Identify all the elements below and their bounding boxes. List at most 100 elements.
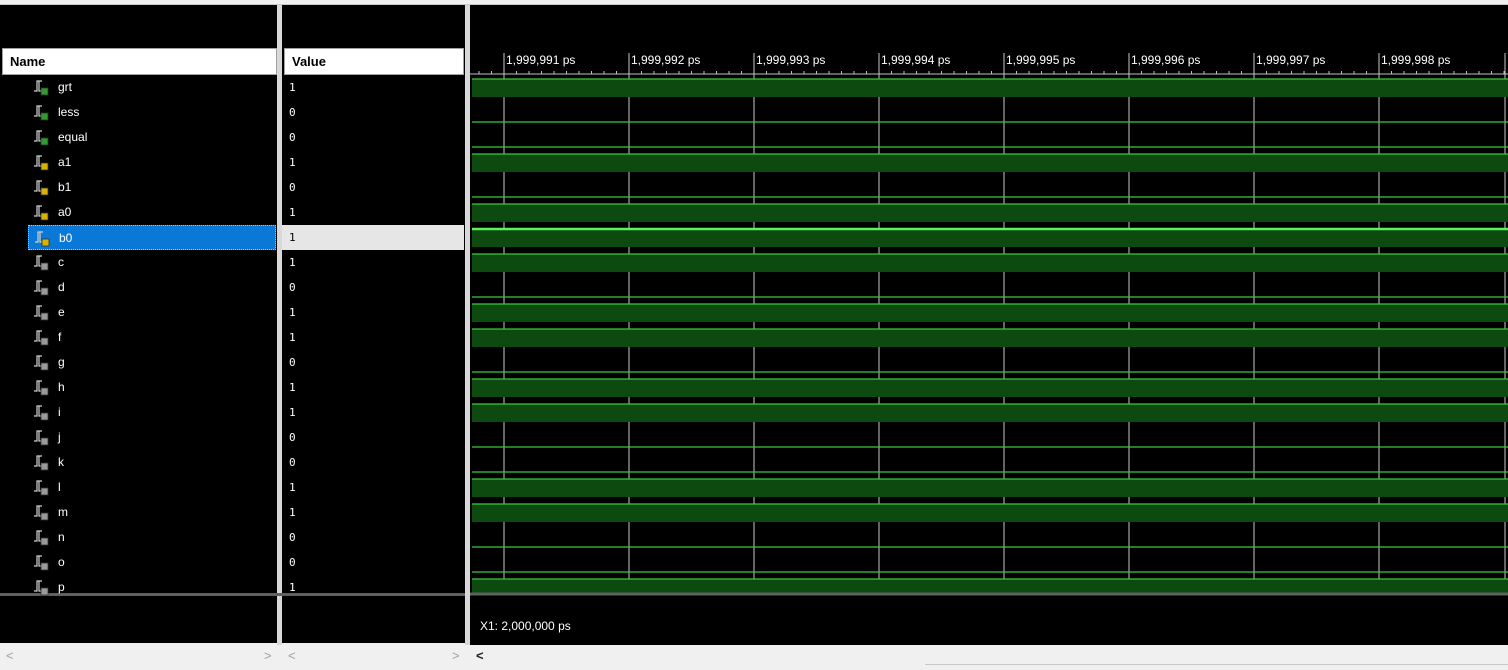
value-hscrollbar[interactable]: < >: [282, 646, 465, 668]
wave-hscrollbar[interactable]: <: [470, 646, 1508, 668]
value-row-k[interactable]: 0: [282, 450, 464, 475]
value-row-o[interactable]: 0: [282, 550, 464, 575]
value-row-n[interactable]: 0: [282, 525, 464, 550]
signal-input-icon: [34, 205, 49, 221]
value-row-l[interactable]: 1: [282, 475, 464, 500]
wave-high-fill-l: [472, 479, 1508, 497]
signal-input-icon: [34, 180, 49, 196]
name-hscrollbar[interactable]: < >: [0, 646, 277, 668]
signal-value: 0: [289, 531, 296, 544]
signal-row-k[interactable]: k: [28, 450, 276, 475]
signal-row-o[interactable]: o: [28, 550, 276, 575]
signal-row-d[interactable]: d: [28, 275, 276, 300]
signal-row-c[interactable]: c: [28, 250, 276, 275]
signal-name: a1: [58, 155, 72, 169]
signal-output-icon: [34, 80, 49, 96]
signal-value: 1: [289, 581, 296, 594]
signal-row-i[interactable]: i: [28, 400, 276, 425]
value-row-b0[interactable]: 1: [282, 225, 464, 250]
value-column-header[interactable]: Value: [284, 48, 464, 75]
value-row-g[interactable]: 0: [282, 350, 464, 375]
signal-input-icon: [34, 155, 49, 171]
value-row-d[interactable]: 0: [282, 275, 464, 300]
signal-name: less: [58, 105, 80, 119]
signal-output-icon: [34, 130, 49, 146]
value-row-equal[interactable]: 0: [282, 125, 464, 150]
waveform-pane[interactable]: 1,999,991 ps 1,999,992 ps 1,999,993 ps 1,99…: [470, 5, 1508, 645]
scroll-left-arrow[interactable]: <: [288, 646, 296, 666]
wave-high-fill-m: [472, 504, 1508, 522]
signal-name: d: [58, 280, 65, 294]
signal-value: 0: [289, 106, 296, 119]
signal-row-l[interactable]: l: [28, 475, 276, 500]
signal-row-b1[interactable]: b1: [28, 175, 276, 200]
time-tick-label: 1,999,991 ps: [506, 53, 575, 67]
signal-internal-icon: [34, 530, 49, 546]
signal-row-h[interactable]: h: [28, 375, 276, 400]
signal-row-less[interactable]: less: [28, 100, 276, 125]
scroll-right-arrow[interactable]: >: [452, 646, 460, 666]
signal-name: h: [58, 380, 65, 394]
signal-internal-icon: [34, 555, 49, 571]
signal-row-equal[interactable]: equal: [28, 125, 276, 150]
value-row-j[interactable]: 0: [282, 425, 464, 450]
signal-row-n[interactable]: n: [28, 525, 276, 550]
name-column-header[interactable]: Name: [2, 48, 277, 75]
signal-name: p: [58, 580, 65, 594]
wave-high-fill-f: [472, 329, 1508, 347]
signal-name: o: [58, 555, 65, 569]
wave-high-fill-a0: [472, 204, 1508, 222]
signal-internal-icon: [34, 455, 49, 471]
value-row-a1[interactable]: 1: [282, 150, 464, 175]
signal-value: 0: [289, 456, 296, 469]
scroll-left-arrow[interactable]: <: [6, 646, 14, 666]
signal-row-b0[interactable]: b0: [28, 225, 276, 250]
time-tick-label: 1,999,996 ps: [1131, 53, 1200, 67]
signal-row-grt[interactable]: grt: [28, 75, 276, 100]
signal-value: 1: [289, 231, 296, 244]
time-tick-label: 1,999,997 ps: [1256, 53, 1325, 67]
signal-row-e[interactable]: e: [28, 300, 276, 325]
value-row-m[interactable]: 1: [282, 500, 464, 525]
value-row-p[interactable]: 1: [282, 575, 464, 600]
value-row-a0[interactable]: 1: [282, 200, 464, 225]
signal-row-m[interactable]: m: [28, 500, 276, 525]
waveform-canvas[interactable]: 1,999,991 ps 1,999,992 ps 1,999,993 ps 1,99…: [470, 5, 1508, 645]
wave-high-fill-i: [472, 404, 1508, 422]
value-pane-footer: [282, 596, 465, 643]
cursor-readout: X1: 2,000,000 ps: [480, 619, 571, 633]
signal-row-f[interactable]: f: [28, 325, 276, 350]
value-row-h[interactable]: 1: [282, 375, 464, 400]
signal-internal-icon: [34, 505, 49, 521]
signal-value: 0: [289, 131, 296, 144]
signal-value: 1: [289, 406, 296, 419]
signal-name: a0: [58, 205, 72, 219]
value-row-f[interactable]: 1: [282, 325, 464, 350]
wave-high-fill-grt: [472, 79, 1508, 97]
signal-row-a1[interactable]: a1: [28, 150, 276, 175]
signal-name: i: [58, 405, 61, 419]
value-row-grt[interactable]: 1: [282, 75, 464, 100]
value-row-less[interactable]: 0: [282, 100, 464, 125]
value-row-b1[interactable]: 0: [282, 175, 464, 200]
time-tick-label: 1,999,998 ps: [1381, 53, 1450, 67]
value-row-i[interactable]: 1: [282, 400, 464, 425]
signal-name: f: [58, 330, 62, 344]
scroll-right-arrow[interactable]: >: [264, 646, 272, 666]
signal-row-j[interactable]: j: [28, 425, 276, 450]
scroll-left-arrow[interactable]: <: [476, 646, 484, 666]
signal-name: k: [58, 455, 64, 469]
value-row-c[interactable]: 1: [282, 250, 464, 275]
signal-row-p[interactable]: p: [28, 575, 276, 600]
signal-value: 1: [289, 331, 296, 344]
signal-row-a0[interactable]: a0: [28, 200, 276, 225]
signal-name: n: [58, 530, 65, 544]
time-tick-label: 1,999,994 ps: [881, 53, 950, 67]
signal-row-g[interactable]: g: [28, 350, 276, 375]
signal-value: 1: [289, 306, 296, 319]
signal-internal-icon: [34, 305, 49, 321]
signal-value: 1: [289, 506, 296, 519]
scroll-track[interactable]: [925, 664, 1508, 669]
value-row-e[interactable]: 1: [282, 300, 464, 325]
signal-name: m: [58, 505, 68, 519]
